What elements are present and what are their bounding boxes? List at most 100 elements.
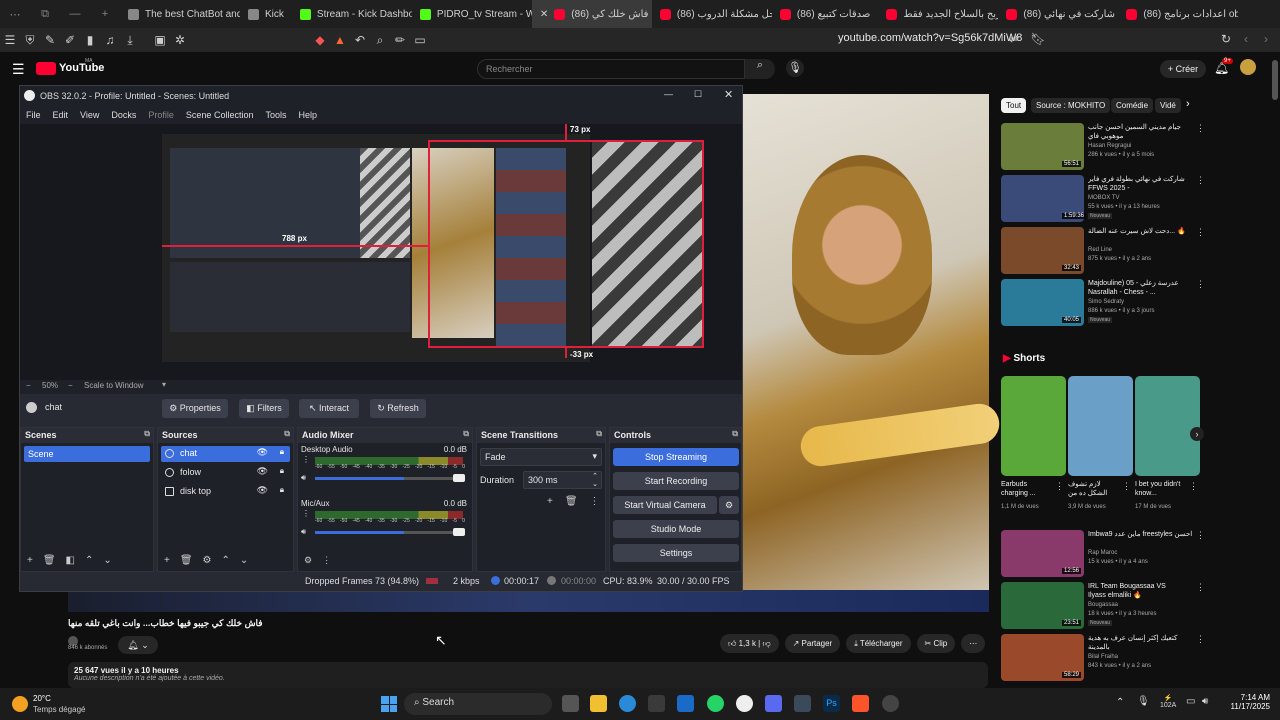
- taskbar-search[interactable]: ⌕ Search: [404, 693, 552, 715]
- start-virtual-camera-button[interactable]: Start Virtual Camera: [613, 496, 717, 514]
- refresh-button[interactable]: ↻ Refresh: [370, 399, 426, 418]
- edit-icon[interactable]: ✐: [60, 33, 80, 47]
- transition-select[interactable]: Fade ▾: [480, 448, 602, 466]
- filters-button[interactable]: ◧ Filters: [239, 399, 289, 418]
- obs-menu-view[interactable]: View: [80, 110, 99, 120]
- remove-scene-icon[interactable]: 🗑︎: [43, 555, 56, 566]
- obs-close-icon[interactable]: ✕: [724, 88, 733, 101]
- recommendation-item[interactable]: IRL Team Bougassaa VS Ilyass elmaliki 🔥 Bo…: [1000, 582, 1260, 630]
- chip-source[interactable]: Source : MOKHITO: [1031, 98, 1111, 113]
- dock-float-icon[interactable]: ⧉: [463, 429, 469, 439]
- dock-float-icon[interactable]: ⧉: [596, 429, 602, 439]
- window-app-icon[interactable]: [794, 695, 811, 712]
- tray-mic-icon[interactable]: 🎙︎: [1137, 696, 1150, 707]
- scene-down-icon[interactable]: ⌄: [103, 555, 111, 566]
- brave-icon[interactable]: [852, 695, 869, 712]
- dock-float-icon[interactable]: ⧉: [732, 429, 738, 439]
- file-explorer-icon[interactable]: [590, 695, 607, 712]
- browser-tab[interactable]: PIDRO_tv Stream - Wa: [412, 0, 532, 28]
- address-bar[interactable]: youtube.com/watch?v=Sg56k7dMiW8: [838, 32, 1022, 44]
- remove-transition-icon[interactable]: 🗑︎: [565, 496, 578, 507]
- volume-knob[interactable]: [453, 474, 465, 482]
- browser-tab[interactable]: Kick: [240, 0, 292, 28]
- download-icon[interactable]: ⤓: [120, 33, 140, 48]
- browser-tab[interactable]: (86) صدقات كتبيع: [772, 0, 878, 28]
- volume-icon[interactable]: 🔊︎: [1202, 696, 1208, 707]
- audio-channel-menu-icon[interactable]: ⋮: [302, 455, 310, 464]
- more-actions-icon[interactable]: ⋯: [961, 634, 986, 653]
- sidebar-toggle-icon[interactable]: ☰: [0, 33, 20, 47]
- stop-streaming-button[interactable]: Stop Streaming: [613, 448, 739, 466]
- outlook-icon[interactable]: [677, 695, 694, 712]
- like-button[interactable]: 👍︎ 1,3 k | 👎︎: [720, 634, 779, 653]
- edge-icon[interactable]: [619, 695, 636, 712]
- shorts-next-icon[interactable]: ›: [1190, 427, 1204, 441]
- obs-taskbar-icon[interactable]: [882, 695, 899, 712]
- browser-tab[interactable]: ✕ (86) فاش خلك كي: [531, 0, 652, 28]
- add-scene-icon[interactable]: +: [27, 555, 33, 566]
- scene-up-icon[interactable]: ⌃: [85, 555, 93, 566]
- recommendation-menu-icon[interactable]: ⋮: [1196, 634, 1205, 645]
- weather-temp[interactable]: 20°C: [33, 694, 51, 703]
- add-transition-icon[interactable]: +: [547, 496, 553, 507]
- subscribed-bell-icon[interactable]: 🔔︎ ⌄: [118, 636, 158, 654]
- weather-desc[interactable]: Temps dégagé: [33, 705, 85, 714]
- youtube-logo-icon[interactable]: [36, 62, 56, 75]
- duration-stepper-icon[interactable]: ⌃ ⌄: [592, 472, 598, 488]
- photoshop-icon[interactable]: Ps: [823, 695, 840, 712]
- source-settings-icon[interactable]: ⚙: [203, 555, 212, 566]
- obs-menu-tools[interactable]: Tools: [265, 110, 286, 120]
- music-icon[interactable]: ♫: [100, 33, 120, 47]
- visibility-eye-icon[interactable]: 👁︎: [257, 466, 268, 477]
- lock-icon[interactable]: 🔒︎: [280, 485, 284, 495]
- download-button[interactable]: ⤓ Télécharger: [846, 634, 911, 653]
- selection-box[interactable]: [428, 140, 704, 348]
- speaker-icon[interactable]: 🔊︎: [301, 473, 306, 483]
- properties-button[interactable]: ⚙ Properties: [162, 399, 228, 418]
- browser-tab[interactable]: (86) حل مشكلة الدروب: [652, 0, 772, 28]
- chip-videos[interactable]: Vidé: [1155, 98, 1181, 113]
- source-item[interactable]: folow 👁︎ 🔒︎: [161, 465, 290, 481]
- browser-tab[interactable]: (86) اعدادات برنامج obs: [1118, 0, 1238, 28]
- recommendation-item[interactable]: جيام مديني السمين احسن جانب موهوبي فايال…: [1000, 123, 1260, 171]
- recommendation-item[interactable]: دحت لاش سيرت عنه الضالة... 🔥 Red Line 875 …: [1000, 227, 1260, 275]
- reload-icon[interactable]: ↻: [1216, 32, 1236, 46]
- remove-source-icon[interactable]: 🗑︎: [180, 555, 193, 566]
- chatgpt-icon[interactable]: [736, 695, 753, 712]
- browser-tab[interactable]: The best ChatBot and: [120, 0, 240, 28]
- avatar[interactable]: [1240, 59, 1256, 75]
- reader-icon[interactable]: ▮: [80, 33, 100, 47]
- app-icon[interactable]: [765, 695, 782, 712]
- short-menu-icon[interactable]: ⋮: [1189, 481, 1198, 492]
- source-up-icon[interactable]: ⌃: [222, 555, 230, 566]
- dock-float-icon[interactable]: ⧉: [284, 429, 290, 439]
- tab-overview-icon[interactable]: ⧉: [30, 8, 60, 21]
- recommendation-menu-icon[interactable]: ⋮: [1196, 123, 1205, 134]
- lock-icon[interactable]: 🔒︎: [280, 447, 284, 457]
- short-menu-icon[interactable]: ⋮: [1055, 481, 1064, 492]
- scale-mode[interactable]: Scale to Window: [84, 381, 144, 390]
- zoom-level[interactable]: 50%: [42, 381, 58, 390]
- speaker-icon[interactable]: 🔊︎: [301, 527, 306, 537]
- obs-menu-profile[interactable]: Profile: [148, 110, 174, 120]
- bookmark-icon[interactable]: 🔖︎: [1028, 32, 1048, 46]
- chips-next-icon[interactable]: ›: [1186, 98, 1190, 110]
- windows-start-icon[interactable]: [381, 696, 397, 712]
- recommendation-menu-icon[interactable]: ⋮: [1196, 279, 1205, 290]
- undo-icon[interactable]: ↶: [350, 33, 370, 47]
- tray-expand-icon[interactable]: ⌃: [1116, 697, 1124, 708]
- zoom-out-icon[interactable]: −: [26, 381, 31, 390]
- window-icon[interactable]: ▭: [410, 33, 430, 47]
- obs-minimize-icon[interactable]: —: [664, 89, 673, 99]
- settings-button[interactable]: Settings: [613, 544, 739, 562]
- visibility-eye-icon[interactable]: 👁︎: [257, 447, 268, 458]
- short-thumbnail[interactable]: [1135, 376, 1200, 476]
- virtual-camera-settings-icon[interactable]: ⚙: [719, 496, 739, 514]
- clock[interactable]: 7:14 AM 11/17/2025: [1224, 693, 1270, 711]
- audio-settings-icon[interactable]: ⚙: [304, 555, 312, 566]
- page-scrollbar[interactable]: [1272, 60, 1278, 100]
- tray-battery[interactable]: ⚡ 102A: [1160, 694, 1176, 709]
- chip-comedy[interactable]: Comédie: [1111, 98, 1154, 113]
- store-icon[interactable]: [648, 695, 665, 712]
- back-icon[interactable]: ‹: [1236, 32, 1256, 46]
